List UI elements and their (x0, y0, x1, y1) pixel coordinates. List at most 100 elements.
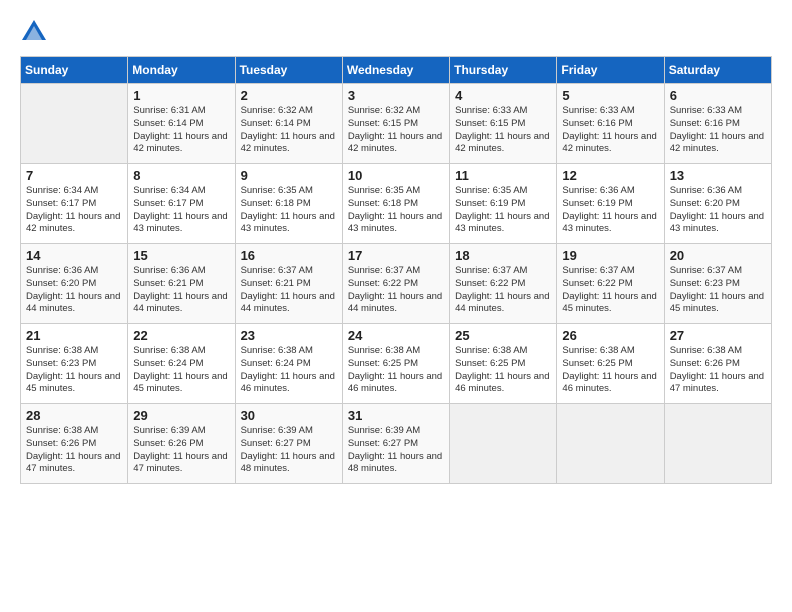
calendar-cell: 1 Sunrise: 6:31 AMSunset: 6:14 PMDaylight… (128, 84, 235, 164)
day-detail: Sunrise: 6:37 AMSunset: 6:22 PMDaylight:… (348, 265, 444, 316)
day-number: 30 (241, 408, 337, 423)
day-number: 16 (241, 248, 337, 263)
day-detail: Sunrise: 6:34 AMSunset: 6:17 PMDaylight:… (133, 185, 229, 236)
day-detail: Sunrise: 6:33 AMSunset: 6:16 PMDaylight:… (670, 105, 766, 156)
day-number: 5 (562, 88, 658, 103)
day-number: 3 (348, 88, 444, 103)
day-number: 18 (455, 248, 551, 263)
day-number: 25 (455, 328, 551, 343)
day-number: 15 (133, 248, 229, 263)
calendar-cell: 20Sunrise: 6:37 AMSunset: 6:23 PMDayligh… (664, 244, 771, 324)
calendar-cell: 2Sunrise: 6:32 AMSunset: 6:14 PMDaylight… (235, 84, 342, 164)
calendar-cell: 3 Sunrise: 6:32 AMSunset: 6:15 PMDaylight… (342, 84, 449, 164)
day-detail: Sunrise: 6:39 AMSunset: 6:27 PMDaylight:… (348, 425, 444, 476)
calendar-cell: 26 Sunrise: 6:38 AMSunset: 6:25 PMDayligh… (557, 324, 664, 404)
calendar-cell: 31 Sunrise: 6:39 AMSunset: 6:27 PMDayligh… (342, 404, 449, 484)
week-row-5: 28 Sunrise: 6:38 AMSunset: 6:26 PMDayligh… (21, 404, 772, 484)
logo-icon (20, 18, 48, 46)
calendar-cell (21, 84, 128, 164)
day-number: 2 (241, 88, 337, 103)
day-number: 19 (562, 248, 658, 263)
day-detail: Sunrise: 6:37 AMSunset: 6:22 PMDaylight:… (455, 265, 551, 316)
day-detail: Sunrise: 6:36 AMSunset: 6:20 PMDaylight:… (26, 265, 122, 316)
weekday-header-friday: Friday (557, 57, 664, 84)
day-detail: Sunrise: 6:36 AMSunset: 6:21 PMDaylight:… (133, 265, 229, 316)
calendar-cell: 14Sunrise: 6:36 AMSunset: 6:20 PMDayligh… (21, 244, 128, 324)
day-number: 12 (562, 168, 658, 183)
day-number: 22 (133, 328, 229, 343)
day-detail: Sunrise: 6:38 AMSunset: 6:24 PMDaylight:… (133, 345, 229, 396)
calendar-cell: 4 Sunrise: 6:33 AMSunset: 6:15 PMDaylight… (450, 84, 557, 164)
page: SundayMondayTuesdayWednesdayThursdayFrid… (0, 0, 792, 612)
calendar-cell: 6Sunrise: 6:33 AMSunset: 6:16 PMDaylight… (664, 84, 771, 164)
day-number: 9 (241, 168, 337, 183)
calendar-cell: 29Sunrise: 6:39 AMSunset: 6:26 PMDayligh… (128, 404, 235, 484)
calendar-cell: 9 Sunrise: 6:35 AMSunset: 6:18 PMDaylight… (235, 164, 342, 244)
calendar-cell: 8 Sunrise: 6:34 AMSunset: 6:17 PMDaylight… (128, 164, 235, 244)
calendar-cell: 12 Sunrise: 6:36 AMSunset: 6:19 PMDayligh… (557, 164, 664, 244)
weekday-header-row: SundayMondayTuesdayWednesdayThursdayFrid… (21, 57, 772, 84)
header (20, 18, 772, 46)
day-detail: Sunrise: 6:35 AMSunset: 6:19 PMDaylight:… (455, 185, 551, 236)
weekday-header-sunday: Sunday (21, 57, 128, 84)
calendar-cell: 19Sunrise: 6:37 AMSunset: 6:22 PMDayligh… (557, 244, 664, 324)
day-number: 29 (133, 408, 229, 423)
calendar-cell: 22 Sunrise: 6:38 AMSunset: 6:24 PMDayligh… (128, 324, 235, 404)
calendar-cell: 27Sunrise: 6:38 AMSunset: 6:26 PMDayligh… (664, 324, 771, 404)
day-number: 7 (26, 168, 122, 183)
day-detail: Sunrise: 6:35 AMSunset: 6:18 PMDaylight:… (348, 185, 444, 236)
day-detail: Sunrise: 6:39 AMSunset: 6:27 PMDaylight:… (241, 425, 337, 476)
weekday-header-wednesday: Wednesday (342, 57, 449, 84)
calendar-cell: 10 Sunrise: 6:35 AMSunset: 6:18 PMDayligh… (342, 164, 449, 244)
day-detail: Sunrise: 6:37 AMSunset: 6:23 PMDaylight:… (670, 265, 766, 316)
day-number: 31 (348, 408, 444, 423)
day-number: 4 (455, 88, 551, 103)
day-number: 8 (133, 168, 229, 183)
day-detail: Sunrise: 6:35 AMSunset: 6:18 PMDaylight:… (241, 185, 337, 236)
day-number: 1 (133, 88, 229, 103)
day-detail: Sunrise: 6:33 AMSunset: 6:15 PMDaylight:… (455, 105, 551, 156)
day-detail: Sunrise: 6:32 AMSunset: 6:15 PMDaylight:… (348, 105, 444, 156)
calendar-cell: 23 Sunrise: 6:38 AMSunset: 6:24 PMDayligh… (235, 324, 342, 404)
day-detail: Sunrise: 6:33 AMSunset: 6:16 PMDaylight:… (562, 105, 658, 156)
calendar-cell (557, 404, 664, 484)
calendar-cell: 28 Sunrise: 6:38 AMSunset: 6:26 PMDayligh… (21, 404, 128, 484)
day-detail: Sunrise: 6:36 AMSunset: 6:20 PMDaylight:… (670, 185, 766, 236)
week-row-4: 21Sunrise: 6:38 AMSunset: 6:23 PMDayligh… (21, 324, 772, 404)
calendar-cell (664, 404, 771, 484)
calendar-cell: 5 Sunrise: 6:33 AMSunset: 6:16 PMDaylight… (557, 84, 664, 164)
day-detail: Sunrise: 6:38 AMSunset: 6:25 PMDaylight:… (562, 345, 658, 396)
weekday-header-tuesday: Tuesday (235, 57, 342, 84)
calendar-cell: 18 Sunrise: 6:37 AMSunset: 6:22 PMDayligh… (450, 244, 557, 324)
day-number: 28 (26, 408, 122, 423)
logo (20, 18, 52, 46)
calendar-cell: 25 Sunrise: 6:38 AMSunset: 6:25 PMDayligh… (450, 324, 557, 404)
weekday-header-saturday: Saturday (664, 57, 771, 84)
weekday-header-thursday: Thursday (450, 57, 557, 84)
calendar-cell: 7 Sunrise: 6:34 AMSunset: 6:17 PMDaylight… (21, 164, 128, 244)
day-number: 17 (348, 248, 444, 263)
calendar-cell: 11 Sunrise: 6:35 AMSunset: 6:19 PMDayligh… (450, 164, 557, 244)
day-number: 10 (348, 168, 444, 183)
calendar-cell: 24Sunrise: 6:38 AMSunset: 6:25 PMDayligh… (342, 324, 449, 404)
day-number: 26 (562, 328, 658, 343)
week-row-3: 14Sunrise: 6:36 AMSunset: 6:20 PMDayligh… (21, 244, 772, 324)
calendar-cell: 13 Sunrise: 6:36 AMSunset: 6:20 PMDayligh… (664, 164, 771, 244)
day-detail: Sunrise: 6:38 AMSunset: 6:25 PMDaylight:… (455, 345, 551, 396)
day-number: 23 (241, 328, 337, 343)
day-detail: Sunrise: 6:38 AMSunset: 6:26 PMDaylight:… (670, 345, 766, 396)
day-detail: Sunrise: 6:36 AMSunset: 6:19 PMDaylight:… (562, 185, 658, 236)
day-detail: Sunrise: 6:38 AMSunset: 6:24 PMDaylight:… (241, 345, 337, 396)
day-number: 24 (348, 328, 444, 343)
calendar-cell (450, 404, 557, 484)
day-number: 21 (26, 328, 122, 343)
day-detail: Sunrise: 6:34 AMSunset: 6:17 PMDaylight:… (26, 185, 122, 236)
day-detail: Sunrise: 6:31 AMSunset: 6:14 PMDaylight:… (133, 105, 229, 156)
day-number: 13 (670, 168, 766, 183)
day-detail: Sunrise: 6:38 AMSunset: 6:26 PMDaylight:… (26, 425, 122, 476)
calendar-table: SundayMondayTuesdayWednesdayThursdayFrid… (20, 56, 772, 484)
day-number: 11 (455, 168, 551, 183)
calendar-cell: 30 Sunrise: 6:39 AMSunset: 6:27 PMDayligh… (235, 404, 342, 484)
calendar-cell: 15 Sunrise: 6:36 AMSunset: 6:21 PMDayligh… (128, 244, 235, 324)
day-detail: Sunrise: 6:37 AMSunset: 6:21 PMDaylight:… (241, 265, 337, 316)
